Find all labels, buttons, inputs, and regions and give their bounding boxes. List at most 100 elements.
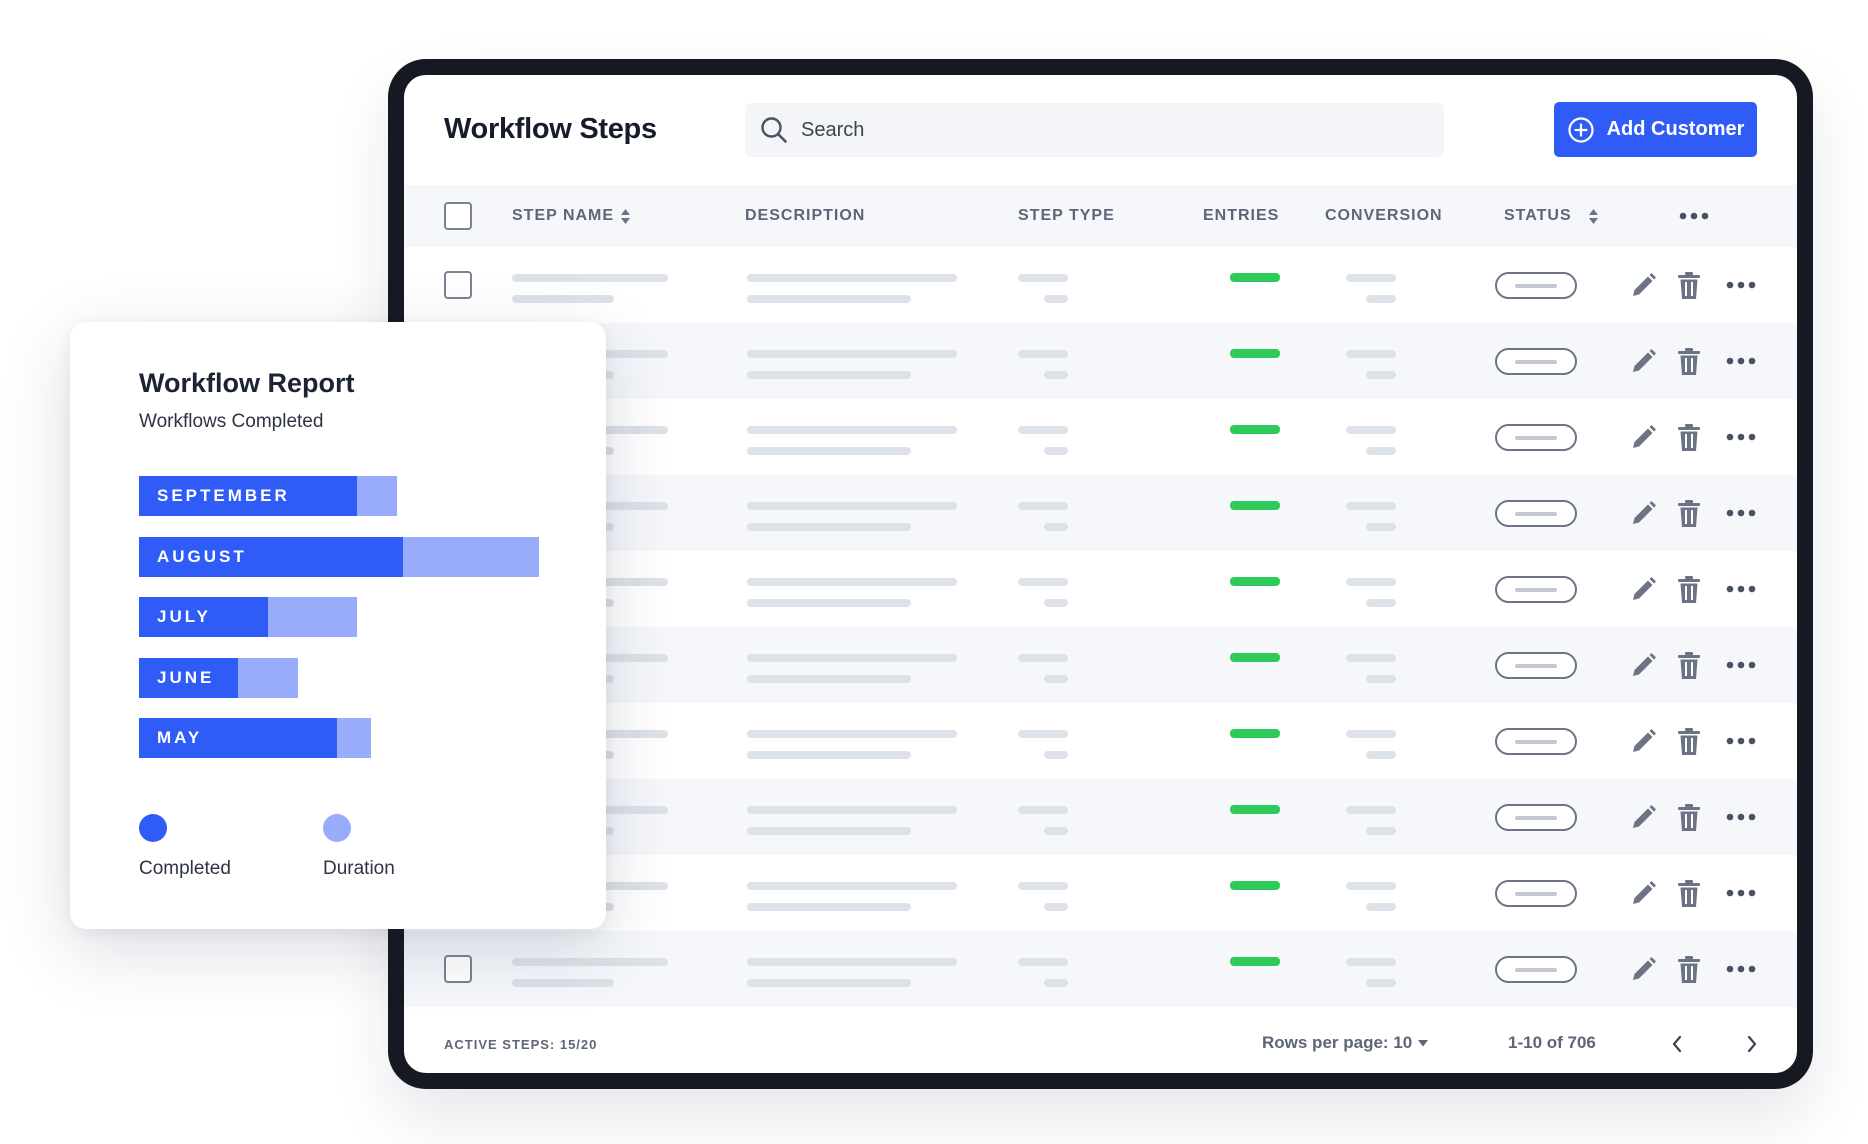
edit-pencil-icon[interactable]: [1628, 499, 1658, 529]
table-row[interactable]: [404, 627, 1797, 703]
edit-pencil-icon[interactable]: [1628, 575, 1658, 605]
page-title: Workflow Steps: [444, 113, 657, 145]
delete-trash-icon[interactable]: [1677, 803, 1701, 833]
legend-label-completed: Completed: [139, 858, 231, 879]
placeholder-text: [1044, 599, 1068, 607]
search-input[interactable]: [801, 118, 1401, 142]
plus-circle-icon: [1567, 116, 1594, 143]
legend-completed: Completed: [139, 814, 231, 880]
report-subtitle: Workflows Completed: [139, 411, 324, 432]
placeholder-text: [1044, 295, 1068, 303]
edit-pencil-icon[interactable]: [1628, 423, 1658, 453]
entries-indicator: [1230, 273, 1280, 282]
row-checkbox[interactable]: [444, 955, 472, 983]
duration-bar: AUGUST: [139, 536, 539, 577]
more-horizontal-icon[interactable]: [1726, 433, 1756, 441]
placeholder-text: [1372, 523, 1396, 531]
table-row[interactable]: [404, 323, 1797, 399]
table-row[interactable]: [404, 931, 1797, 1007]
placeholder-text: [1044, 751, 1068, 759]
column-step-name[interactable]: STEP NAME: [512, 185, 631, 247]
next-page-button[interactable]: [1737, 1029, 1767, 1059]
delete-trash-icon[interactable]: [1677, 879, 1701, 909]
delete-trash-icon[interactable]: [1677, 651, 1701, 681]
entries-indicator: [1230, 425, 1280, 434]
more-horizontal-icon[interactable]: [1726, 889, 1756, 897]
placeholder-text: [1372, 827, 1396, 835]
column-entries-label: ENTRIES: [1203, 207, 1280, 224]
delete-trash-icon[interactable]: [1677, 955, 1701, 985]
delete-trash-icon[interactable]: [1677, 347, 1701, 377]
table-row[interactable]: [404, 855, 1797, 931]
edit-pencil-icon[interactable]: [1628, 727, 1658, 757]
delete-trash-icon[interactable]: [1677, 499, 1701, 529]
delete-trash-icon[interactable]: [1677, 271, 1701, 301]
status-badge: [1495, 348, 1577, 375]
edit-pencil-icon[interactable]: [1628, 651, 1658, 681]
placeholder-text: [1346, 730, 1396, 738]
edit-pencil-icon[interactable]: [1628, 347, 1658, 377]
column-conversion[interactable]: CONVERSION: [1325, 185, 1443, 247]
table-row[interactable]: [404, 475, 1797, 551]
chevron-left-icon: [1672, 1035, 1682, 1053]
legend-duration: Duration: [323, 814, 395, 880]
completed-bar: JULY: [139, 597, 268, 637]
placeholder-text: [1346, 502, 1396, 510]
delete-trash-icon[interactable]: [1677, 423, 1701, 453]
edit-pencil-icon[interactable]: [1628, 271, 1658, 301]
search-box[interactable]: [745, 103, 1444, 157]
more-horizontal-icon[interactable]: [1726, 357, 1756, 365]
more-horizontal-icon[interactable]: [1679, 212, 1709, 220]
status-badge: [1495, 652, 1577, 679]
placeholder-text: [747, 447, 911, 455]
placeholder-text: [1018, 426, 1068, 434]
add-customer-button[interactable]: Add Customer: [1554, 102, 1757, 157]
more-horizontal-icon[interactable]: [1726, 509, 1756, 517]
placeholder-text: [747, 426, 957, 434]
column-status[interactable]: STATUS: [1504, 185, 1599, 247]
placeholder-text: [1346, 958, 1396, 966]
more-horizontal-icon[interactable]: [1726, 813, 1756, 821]
more-horizontal-icon[interactable]: [1726, 737, 1756, 745]
placeholder-text: [747, 730, 957, 738]
rows-per-page-select[interactable]: Rows per page: 10: [1262, 1033, 1429, 1053]
column-status-label: STATUS: [1504, 207, 1572, 224]
placeholder-text: [1346, 350, 1396, 358]
placeholder-text: [1372, 979, 1396, 987]
select-all-checkbox[interactable]: [444, 202, 472, 230]
placeholder-text: [747, 578, 957, 586]
placeholder-text: [1018, 274, 1068, 282]
delete-trash-icon[interactable]: [1677, 727, 1701, 757]
more-horizontal-icon[interactable]: [1726, 585, 1756, 593]
row-checkbox[interactable]: [444, 271, 472, 299]
more-horizontal-icon[interactable]: [1726, 281, 1756, 289]
table-row[interactable]: [404, 703, 1797, 779]
more-horizontal-icon[interactable]: [1726, 661, 1756, 669]
column-description[interactable]: DESCRIPTION: [745, 185, 865, 247]
placeholder-text: [1044, 523, 1068, 531]
column-entries[interactable]: ENTRIES: [1203, 185, 1279, 247]
placeholder-text: [1346, 578, 1396, 586]
duration-bar: JULY: [139, 597, 357, 637]
table-row[interactable]: [404, 551, 1797, 627]
table-row[interactable]: [404, 779, 1797, 855]
placeholder-text: [1372, 295, 1396, 303]
sort-icon: [1588, 208, 1598, 224]
table-row[interactable]: [404, 399, 1797, 475]
more-horizontal-icon[interactable]: [1726, 965, 1756, 973]
rows-per-page-label: Rows per page: 10: [1262, 1033, 1413, 1052]
previous-page-button[interactable]: [1662, 1029, 1692, 1059]
placeholder-text: [512, 958, 668, 966]
placeholder-text: [512, 295, 614, 303]
column-step-type[interactable]: STEP TYPE: [1018, 185, 1115, 247]
edit-pencil-icon[interactable]: [1628, 879, 1658, 909]
edit-pencil-icon[interactable]: [1628, 803, 1658, 833]
table-row[interactable]: [404, 247, 1797, 323]
placeholder-text: [747, 979, 911, 987]
edit-pencil-icon[interactable]: [1628, 955, 1658, 985]
completed-bar: JUNE: [139, 657, 238, 698]
placeholder-text: [747, 523, 911, 531]
delete-trash-icon[interactable]: [1677, 575, 1701, 605]
placeholder-text: [1018, 578, 1068, 586]
duration-bar: JUNE: [139, 657, 298, 698]
